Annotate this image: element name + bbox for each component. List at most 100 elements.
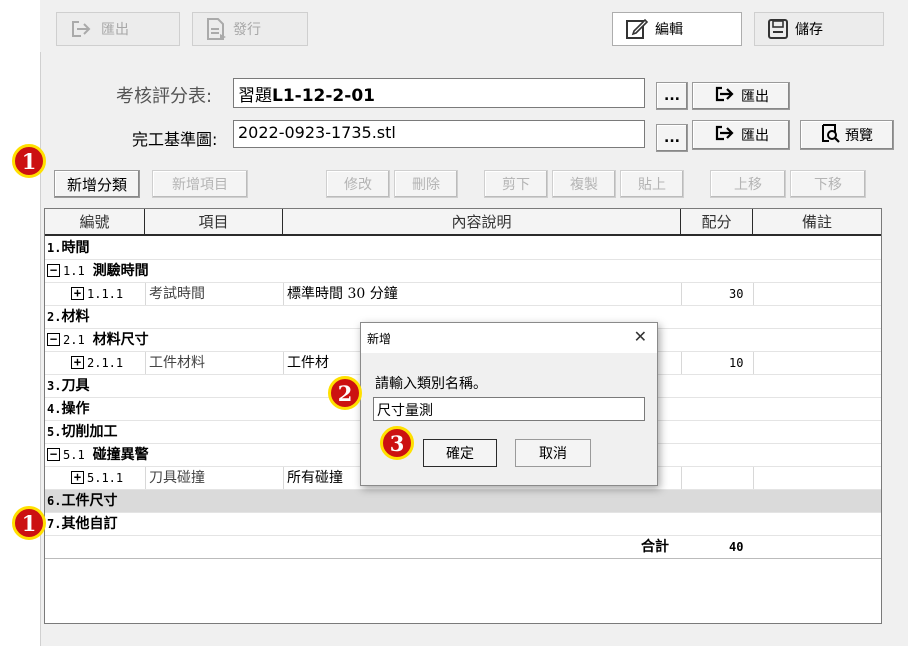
- cancel-button[interactable]: 取消: [515, 439, 591, 467]
- ref-export-button[interactable]: 匯出: [692, 120, 790, 150]
- export-icon: [713, 123, 737, 147]
- row-desc: 標準時間 30 分鐘: [287, 286, 398, 302]
- header-cell[interactable]: 配分: [681, 209, 753, 234]
- publish-button[interactable]: 發行: [192, 12, 308, 46]
- expand-toggle[interactable]: +: [71, 356, 84, 369]
- collapse-toggle[interactable]: −: [47, 264, 60, 277]
- row-item: 刀具碰撞: [149, 470, 205, 486]
- row-id: 5.1.1: [87, 471, 124, 485]
- step-marker-2: 2: [328, 376, 362, 410]
- copy-button[interactable]: 複製: [552, 170, 616, 198]
- top-toolbar: 匯出 發行 編輯 儲存: [40, 0, 908, 52]
- table-row[interactable]: + 1.1.1 考試時間 標準時間 30 分鐘 30: [45, 283, 881, 306]
- row-label: 1.1 測驗時間: [63, 263, 149, 279]
- dialog-titlebar: 新增 ✕: [361, 323, 657, 353]
- step-marker-3: 3: [380, 426, 414, 460]
- ref-field-value: 2022-0923-1735.stl: [238, 123, 396, 142]
- expand-toggle[interactable]: +: [71, 471, 84, 484]
- row-label: 5.1 碰撞異警: [63, 447, 149, 463]
- header-cell[interactable]: 項目: [145, 209, 283, 234]
- export-icon: [69, 18, 95, 40]
- copy-label: 複製: [570, 177, 598, 193]
- row-desc: 工件材: [287, 355, 329, 371]
- cut-button[interactable]: 剪下: [484, 170, 548, 198]
- row-label: 1.時間: [47, 240, 90, 256]
- add-category-label: 新增分類: [66, 175, 127, 194]
- category-name-value: 尺寸量測: [377, 403, 433, 419]
- row-score: 30: [729, 287, 744, 301]
- sheet-field-code: L1-12-2-01: [272, 86, 375, 106]
- row-label: 2.1 材料尺寸: [63, 332, 149, 348]
- row-id: 2.1.1: [87, 356, 124, 370]
- add-item-button[interactable]: 新增項目: [152, 170, 248, 198]
- delete-button[interactable]: 刪除: [394, 170, 458, 198]
- edit-button[interactable]: 編輯: [612, 12, 742, 46]
- header-cell[interactable]: 編號: [45, 209, 145, 234]
- total-value: 40: [729, 540, 744, 554]
- cut-label: 剪下: [502, 177, 530, 193]
- header-cell[interactable]: 內容說明: [283, 209, 681, 234]
- cancel-label: 取消: [539, 446, 567, 462]
- move-up-button[interactable]: 上移: [710, 170, 786, 198]
- table-header: 編號 項目 內容說明 配分 備註: [45, 209, 881, 236]
- table-row[interactable]: 7.其他自訂: [45, 513, 881, 536]
- expand-toggle[interactable]: +: [71, 287, 84, 300]
- preview-label: 預覽: [845, 128, 873, 144]
- preview-icon: [821, 123, 841, 147]
- row-item: 工件材料: [149, 355, 205, 371]
- row-label: 4.操作: [47, 401, 90, 417]
- add-category-button[interactable]: 新增分類: [54, 170, 140, 198]
- move-down-button[interactable]: 下移: [790, 170, 866, 198]
- close-icon[interactable]: ✕: [634, 327, 647, 346]
- ref-label: 完工基準圖:: [132, 130, 218, 149]
- edit-icon: [625, 17, 649, 41]
- row-label: 6.工件尺寸: [47, 493, 118, 509]
- header-cell[interactable]: 備註: [753, 209, 881, 234]
- ref-browse-label: ...: [664, 130, 680, 146]
- row-label: 7.其他自訂: [47, 516, 118, 532]
- step-marker-1: 1: [12, 144, 46, 178]
- sheet-export-label: 匯出: [741, 89, 769, 105]
- modify-button[interactable]: 修改: [326, 170, 390, 198]
- add-category-dialog: 新增 ✕ 請輸入類別名稱。 尺寸量測 確定 取消: [360, 322, 658, 486]
- edit-label: 編輯: [655, 22, 683, 38]
- row-label: 2.材料: [47, 309, 90, 325]
- dialog-prompt: 請輸入類別名稱。: [375, 376, 487, 392]
- modify-label: 修改: [344, 177, 372, 193]
- table-row[interactable]: − 1.1 測驗時間: [45, 260, 881, 283]
- sheet-field-prefix: 習題: [238, 86, 272, 106]
- paste-button[interactable]: 貼上: [620, 170, 684, 198]
- export-top-label: 匯出: [101, 22, 129, 38]
- category-name-input[interactable]: 尺寸量測: [373, 397, 645, 421]
- table-row[interactable]: 1.時間: [45, 237, 881, 260]
- preview-button[interactable]: 預覽: [800, 120, 894, 150]
- sheet-browse-label: ...: [664, 88, 680, 104]
- table-row-selected[interactable]: 6.工件尺寸: [45, 490, 881, 513]
- row-id: 1.1.1: [87, 287, 124, 301]
- export-top-button[interactable]: 匯出: [56, 12, 180, 46]
- publish-label: 發行: [233, 22, 261, 38]
- row-desc: 所有碰撞: [287, 470, 343, 486]
- collapse-toggle[interactable]: −: [47, 333, 60, 346]
- row-label: 3.刀具: [47, 378, 90, 394]
- dialog-title: 新增: [367, 332, 392, 346]
- ref-browse-button[interactable]: ...: [656, 124, 688, 152]
- sheet-field[interactable]: 習題L1-12-2-01: [233, 78, 645, 108]
- document-icon: [205, 17, 227, 41]
- save-label: 儲存: [795, 22, 823, 38]
- ok-button[interactable]: 確定: [423, 439, 497, 467]
- total-label: 合計: [641, 539, 669, 555]
- sheet-label: 考核評分表:: [116, 86, 213, 107]
- ref-field[interactable]: 2022-0923-1735.stl: [233, 120, 645, 148]
- collapse-toggle[interactable]: −: [47, 448, 60, 461]
- row-item: 考試時間: [149, 286, 205, 302]
- save-button[interactable]: 儲存: [754, 12, 884, 46]
- move-up-label: 上移: [734, 177, 762, 193]
- sheet-export-button[interactable]: 匯出: [692, 82, 790, 110]
- move-down-label: 下移: [814, 177, 842, 193]
- sheet-browse-button[interactable]: ...: [656, 82, 688, 110]
- delete-label: 刪除: [412, 177, 440, 193]
- save-icon: [767, 18, 789, 40]
- row-score: 10: [729, 356, 744, 370]
- export-icon: [713, 84, 737, 108]
